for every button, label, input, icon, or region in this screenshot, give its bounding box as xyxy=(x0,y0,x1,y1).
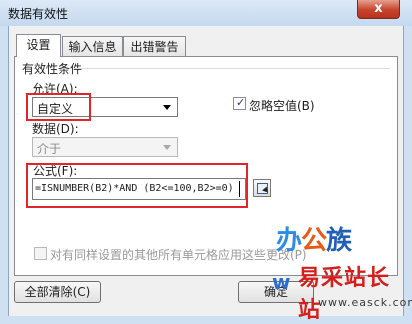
data-dropdown-value: 介于 xyxy=(37,142,62,156)
range-picker-button[interactable] xyxy=(253,179,271,197)
ignore-blank-checkbox[interactable]: ✓ xyxy=(233,96,246,110)
tab-input-message-label: 输入信息 xyxy=(68,40,117,54)
chevron-down-icon xyxy=(163,105,171,110)
chevron-down-icon xyxy=(163,145,171,150)
close-button[interactable]: x xyxy=(357,0,400,19)
tab-input-message[interactable]: 输入信息 xyxy=(62,36,123,56)
formula-highlight-box xyxy=(26,163,248,208)
tab-error-alert[interactable]: 出错警告 xyxy=(123,36,186,56)
tab-error-alert-label: 出错警告 xyxy=(130,40,179,54)
apply-all-checkbox[interactable] xyxy=(34,247,47,260)
watermark-logo-char: 办 xyxy=(276,226,302,256)
checkmark-icon: ✓ xyxy=(236,96,246,109)
watermark-url: www.easck.com xyxy=(318,296,412,309)
dialog-titlebar[interactable]: 数据有效性 xyxy=(0,0,412,26)
close-icon: x xyxy=(374,1,383,16)
validation-criteria-heading: 有效性条件 xyxy=(22,62,83,76)
watermark-logo-char: 公 xyxy=(301,226,327,256)
tab-settings-label: 设置 xyxy=(26,38,51,52)
watermark-logo-char: 族 xyxy=(326,226,352,256)
clear-all-label: 全部清除(C) xyxy=(24,285,91,299)
data-label: 数据(D): xyxy=(32,122,79,136)
watermark-site-name: 易采站长站 xyxy=(298,265,391,323)
watermark-logo-sub: w xyxy=(272,270,291,294)
ignore-blank-label: 忽略空值(B) xyxy=(249,99,315,113)
allow-highlight-box xyxy=(26,93,91,121)
section-divider xyxy=(74,68,390,69)
clear-all-button[interactable]: 全部清除(C) xyxy=(14,281,101,303)
tab-settings[interactable]: 设置 xyxy=(16,34,61,57)
watermark-logo: 办公族 xyxy=(276,220,352,257)
data-dropdown[interactable]: 介于 xyxy=(32,137,178,157)
dialog-title: 数据有效性 xyxy=(8,7,69,21)
apply-all-label: 对有同样设置的其他所有单元格应用这些更改(P) xyxy=(50,248,307,262)
